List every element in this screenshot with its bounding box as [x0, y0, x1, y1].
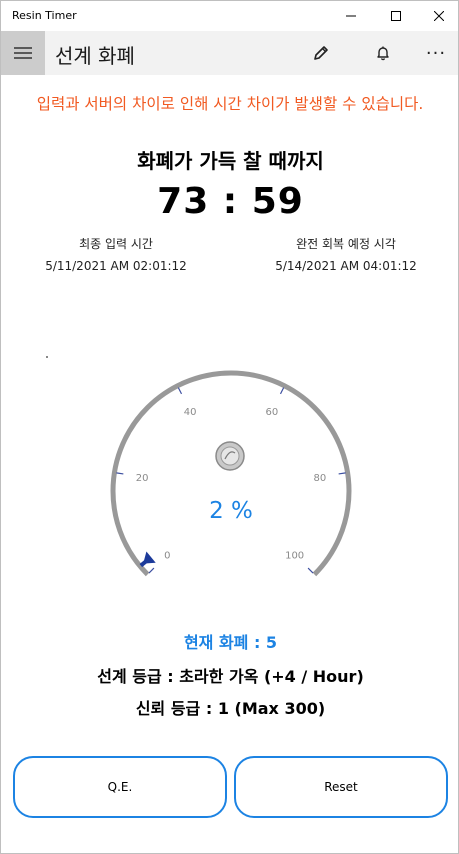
title-bar: Resin Timer	[1, 1, 458, 31]
gauge-tick-label: 40	[184, 407, 197, 418]
until-full-label: 화폐가 가득 찰 때까지	[137, 149, 324, 173]
hamburger-menu-button[interactable]	[1, 31, 45, 75]
last-input-value: 5/11/2021 AM 02:01:12	[45, 259, 187, 273]
gauge-needle-bar	[139, 557, 151, 568]
gauge-tick	[279, 387, 285, 395]
app-bar: 선계 화폐 ···	[1, 31, 458, 75]
decorative-dot	[46, 356, 48, 358]
warning-message: 입력과 서버의 차이로 인해 시간 차이가 발생할 수 있습니다.	[36, 95, 424, 113]
gauge-tick	[338, 472, 346, 475]
gauge-percent-value: 2 %	[209, 498, 253, 524]
gauge-tick-label: 0	[164, 551, 170, 562]
gauge-tick	[307, 567, 314, 574]
gauge-tick-label: 20	[136, 473, 149, 484]
minimize-button[interactable]	[328, 1, 374, 31]
close-icon	[434, 11, 444, 21]
qe-button[interactable]: Q.E.	[13, 756, 227, 818]
maximize-icon	[391, 11, 401, 21]
gauge-tick-label: 80	[314, 473, 327, 484]
gauge-tick	[148, 567, 155, 574]
app-window: Resin Timer 선계 화폐 ··· 입력과 서버의 차이로 인해 시간 …	[0, 0, 459, 854]
resin-gauge: 0 20 40 60 80 100	[110, 370, 352, 577]
minimize-icon	[346, 15, 356, 17]
more-icon: ···	[425, 42, 447, 64]
full-recovery-label: 완전 회복 예정 시각	[296, 237, 396, 251]
trust-rank-text: 신뢰 등급 : 1 (Max 300)	[135, 699, 326, 718]
more-options-button[interactable]: ···	[414, 31, 458, 75]
reset-button[interactable]: Reset	[234, 756, 448, 818]
close-button[interactable]	[416, 1, 459, 31]
world-rank-text: 선계 등급 : 초라한 가옥 (+4 / Hour)	[97, 667, 364, 686]
current-resin-text: 현재 화폐 : 5	[183, 633, 278, 652]
edit-button[interactable]	[299, 31, 343, 75]
gauge-tick-label: 60	[265, 407, 278, 418]
page-title: 선계 화폐	[55, 44, 135, 68]
window-title: Resin Timer	[12, 9, 77, 22]
gauge-tick	[177, 387, 183, 395]
gauge-tick	[116, 472, 124, 475]
full-recovery-value: 5/14/2021 AM 04:01:12	[275, 259, 417, 273]
countdown-timer: 73 : 59	[157, 181, 304, 222]
pencil-icon	[314, 46, 328, 60]
gauge-tick-label: 100	[285, 551, 304, 562]
last-input-label: 최종 입력 시간	[79, 237, 153, 251]
maximize-button[interactable]	[373, 1, 419, 31]
bell-icon	[377, 46, 389, 61]
resin-coin-icon	[215, 441, 245, 471]
notification-button[interactable]	[361, 31, 405, 75]
hamburger-icon	[14, 47, 32, 59]
